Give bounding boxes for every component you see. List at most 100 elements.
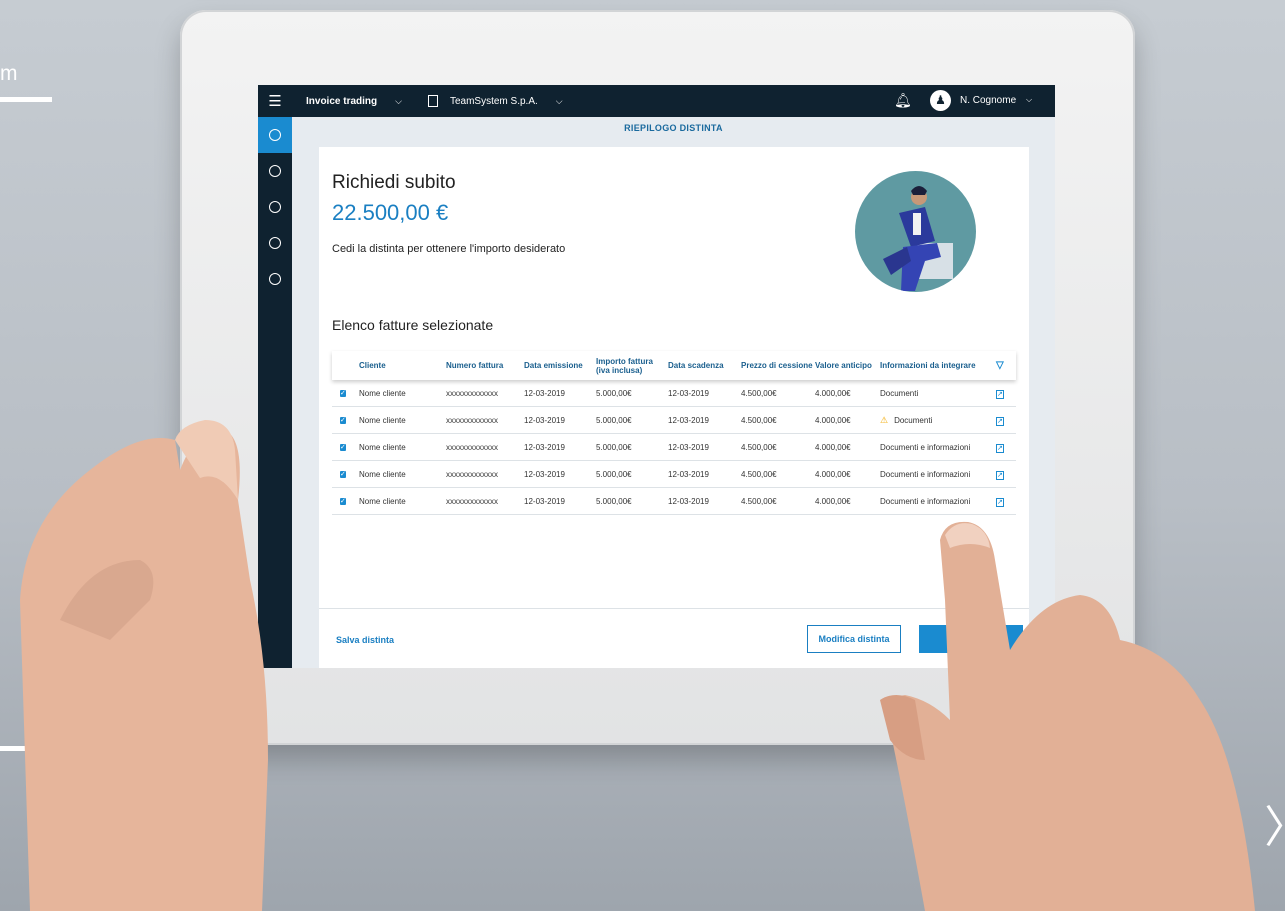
- footer-bar: Salva distinta Modifica distinta Cedi: [319, 608, 1029, 668]
- cell-cliente: Nome cliente: [359, 442, 406, 452]
- open-external-icon[interactable]: ↗: [996, 443, 1004, 453]
- sidebar-step-1[interactable]: [258, 117, 292, 153]
- table-row[interactable]: ✓ Nome cliente xxxxxxxxxxxxx 12-03-2019 …: [332, 380, 1016, 407]
- summary-title: Richiedi subito: [332, 172, 456, 193]
- cell-numero: xxxxxxxxxxxxx: [446, 469, 498, 479]
- company-selector[interactable]: TeamSystem S.p.A.: [450, 96, 538, 107]
- step-ring-icon: [269, 165, 281, 177]
- col-header[interactable]: Data emissione: [524, 361, 596, 370]
- cell-emissione: 12-03-2019: [524, 415, 565, 425]
- row-checkbox[interactable]: ✓: [340, 444, 346, 451]
- table-row[interactable]: ✓ Nome cliente xxxxxxxxxxxxx 12-03-2019 …: [332, 461, 1016, 488]
- cell-prezzo: 4.500,00€: [741, 496, 777, 506]
- cell-emissione: 12-03-2019: [524, 388, 565, 398]
- cell-info: ⚠ Documenti: [880, 415, 996, 426]
- cell-numero: xxxxxxxxxxxxx: [446, 388, 498, 398]
- cell-importo: 5.000,00€: [596, 388, 632, 398]
- warning-icon: ⚠: [880, 414, 889, 425]
- cell-anticipo: 4.000,00€: [815, 469, 851, 479]
- app-screen: ☰ Invoice trading ⌵ TeamSystem S.p.A. ⌵ …: [258, 85, 1055, 668]
- top-bar: ☰ Invoice trading ⌵ TeamSystem S.p.A. ⌵ …: [258, 85, 1055, 117]
- summary-amount: 22.500,00 €: [332, 200, 449, 225]
- row-checkbox[interactable]: ✓: [340, 417, 346, 424]
- step-ring-icon: [269, 129, 281, 141]
- sidebar-steps: [258, 117, 292, 668]
- cell-info-text: Documenti: [894, 415, 933, 425]
- filter-icon[interactable]: ▽: [996, 360, 1016, 371]
- product-selector[interactable]: Invoice trading: [306, 96, 377, 107]
- cell-numero: xxxxxxxxxxxxx: [446, 442, 498, 452]
- table-row[interactable]: ✓ Nome cliente xxxxxxxxxxxxx 12-03-2019 …: [332, 407, 1016, 434]
- slide-title-fragment: m: [0, 62, 18, 85]
- slide-pager: 〈 6 8 〉: [1150, 804, 1285, 852]
- chevron-down-icon[interactable]: ⌵: [1026, 95, 1032, 105]
- col-header[interactable]: Numero fattura: [446, 361, 524, 370]
- cell-scadenza: 12-03-2019: [668, 496, 709, 506]
- cell-info: Documenti e informazioni: [880, 496, 971, 506]
- cell-emissione: 12-03-2019: [524, 469, 565, 479]
- cell-info: Documenti: [880, 388, 919, 398]
- sidebar-step-3[interactable]: [258, 189, 292, 225]
- sidebar-step-2[interactable]: [258, 153, 292, 189]
- col-header[interactable]: Prezzo di cessione: [741, 361, 815, 370]
- chevron-down-icon[interactable]: ⌵: [395, 96, 402, 107]
- open-external-icon[interactable]: ↗: [996, 497, 1004, 507]
- bell-icon[interactable]: 🔔︎: [894, 92, 912, 109]
- cell-cliente: Nome cliente: [359, 469, 406, 479]
- pager-current: 6: [1210, 816, 1222, 839]
- summary-card: Richiedi subito 22.500,00 € Cedi la dist…: [319, 147, 1029, 668]
- save-draft-link[interactable]: Salva distinta: [336, 635, 394, 645]
- open-external-icon[interactable]: ↗: [996, 389, 1004, 399]
- sidebar-step-5[interactable]: [258, 261, 292, 297]
- cell-anticipo: 4.000,00€: [815, 415, 851, 425]
- cell-scadenza: 12-03-2019: [668, 415, 709, 425]
- sidebar-step-4[interactable]: [258, 225, 292, 261]
- cell-emissione: 12-03-2019: [524, 442, 565, 452]
- user-name[interactable]: N. Cognome: [960, 95, 1016, 106]
- col-header[interactable]: Data scadenza: [668, 361, 741, 370]
- row-checkbox[interactable]: ✓: [340, 471, 346, 478]
- slide-accent-bar-bottom: [0, 746, 52, 751]
- col-header[interactable]: Valore anticipo: [815, 361, 880, 370]
- cell-importo: 5.000,00€: [596, 415, 632, 425]
- cell-anticipo: 4.000,00€: [815, 496, 851, 506]
- cell-prezzo: 4.500,00€: [741, 388, 777, 398]
- cell-cliente: Nome cliente: [359, 415, 406, 425]
- table-header: Cliente Numero fattura Data emissione Im…: [332, 351, 1016, 380]
- row-checkbox[interactable]: ✓: [340, 390, 346, 397]
- cell-scadenza: 12-03-2019: [668, 469, 709, 479]
- avatar[interactable]: ♟: [930, 90, 951, 111]
- cell-importo: 5.000,00€: [596, 442, 632, 452]
- col-header[interactable]: Cliente: [359, 361, 446, 370]
- row-checkbox[interactable]: ✓: [340, 498, 346, 505]
- cell-info: Documenti e informazioni: [880, 442, 971, 452]
- step-ring-icon: [269, 201, 281, 213]
- prev-slide-icon[interactable]: 〈: [1150, 806, 1194, 850]
- next-slide-icon[interactable]: 〉: [1264, 806, 1285, 850]
- table-row[interactable]: ✓ Nome cliente xxxxxxxxxxxxx 12-03-2019 …: [332, 434, 1016, 461]
- summary-subtitle: Cedi la distinta per ottenere l'importo …: [332, 243, 566, 255]
- cell-info: Documenti e informazioni: [880, 469, 971, 479]
- modify-button[interactable]: Modifica distinta: [807, 625, 901, 653]
- building-icon: [427, 95, 438, 107]
- col-header[interactable]: Importo fattura (iva inclusa): [596, 357, 668, 375]
- page-title: RIEPILOGO DISTINTA: [624, 123, 723, 133]
- cell-numero: xxxxxxxxxxxxx: [446, 496, 498, 506]
- cell-scadenza: 12-03-2019: [668, 388, 709, 398]
- open-external-icon[interactable]: ↗: [996, 470, 1004, 480]
- table-row[interactable]: ✓ Nome cliente xxxxxxxxxxxxx 12-03-2019 …: [332, 488, 1016, 515]
- menu-icon[interactable]: ☰: [258, 92, 292, 110]
- cell-anticipo: 4.000,00€: [815, 442, 851, 452]
- open-external-icon[interactable]: ↗: [996, 416, 1004, 426]
- chevron-down-icon[interactable]: ⌵: [556, 96, 563, 107]
- cell-importo: 5.000,00€: [596, 496, 632, 506]
- cell-prezzo: 4.500,00€: [741, 469, 777, 479]
- col-header[interactable]: Informazioni da integrare: [880, 361, 996, 370]
- step-ring-icon: [269, 273, 281, 285]
- cell-emissione: 12-03-2019: [524, 496, 565, 506]
- cell-prezzo: 4.500,00€: [741, 442, 777, 452]
- cell-importo: 5.000,00€: [596, 469, 632, 479]
- pager-total: 8: [1231, 817, 1243, 838]
- cedi-button[interactable]: Cedi: [919, 625, 1023, 653]
- cell-cliente: Nome cliente: [359, 388, 406, 398]
